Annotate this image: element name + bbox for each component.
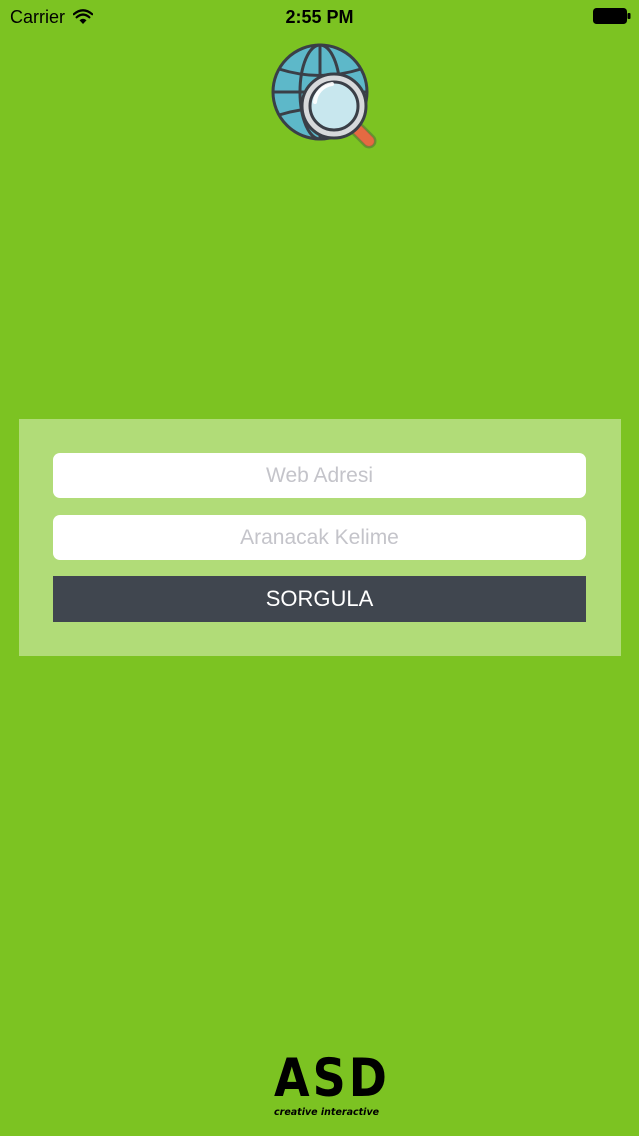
magnifier-icon — [300, 72, 377, 149]
status-bar: Carrier 2:55 PM — [0, 0, 639, 34]
web-address-input[interactable] — [53, 453, 586, 498]
brand-logo: ASD creative interactive — [274, 1042, 390, 1122]
brand-letters: ASD — [274, 1046, 390, 1109]
globe-magnifier-icon — [271, 43, 377, 149]
search-form-panel: SORGULA — [19, 419, 621, 656]
clock: 2:55 PM — [285, 7, 354, 27]
battery-icon — [593, 8, 631, 24]
brand-tagline: creative interactive — [274, 1107, 380, 1118]
keyword-input[interactable] — [53, 515, 586, 560]
query-button[interactable]: SORGULA — [53, 576, 586, 622]
